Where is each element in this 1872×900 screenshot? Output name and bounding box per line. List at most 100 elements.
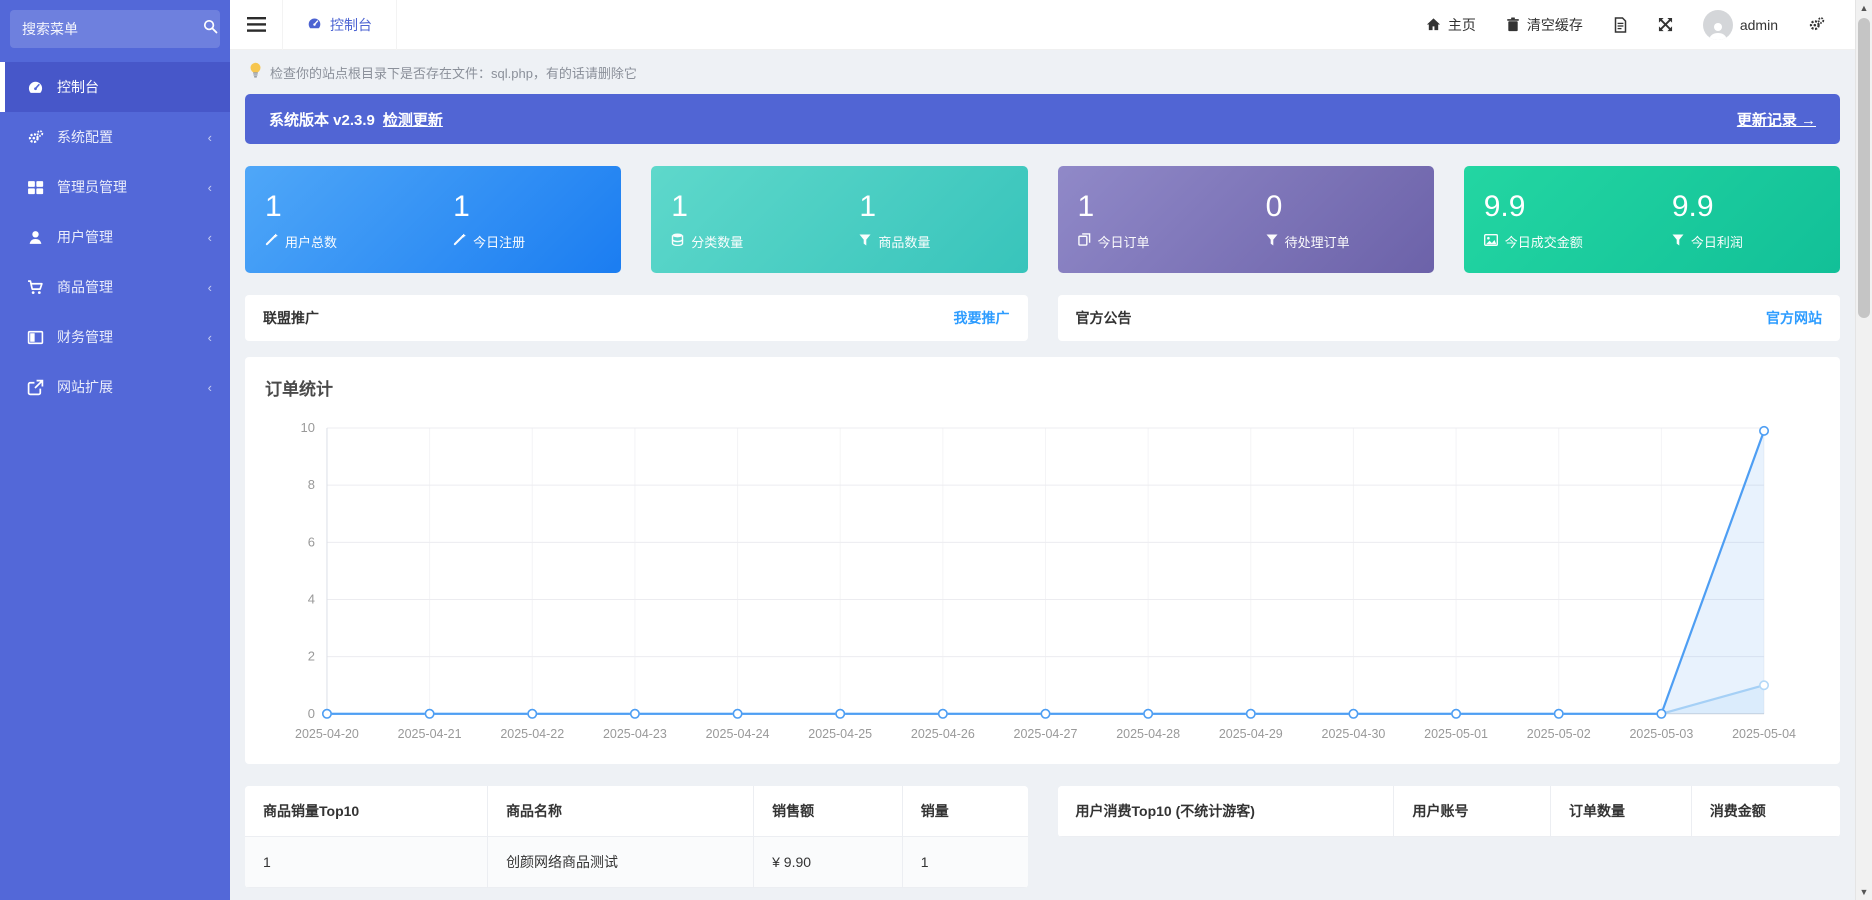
fullscreen-button[interactable] bbox=[1646, 0, 1685, 50]
column-header: 销量 bbox=[902, 786, 1027, 837]
navbar-actions: 主页 清空缓存 bbox=[1414, 0, 1855, 50]
svg-text:6: 6 bbox=[308, 534, 315, 549]
magic-icon bbox=[453, 233, 466, 249]
table-row: 1创颜网络商品测试¥ 9.901 bbox=[245, 836, 1028, 887]
home-button[interactable]: 主页 bbox=[1414, 0, 1488, 50]
clear-cache-button[interactable]: 清空缓存 bbox=[1494, 0, 1595, 50]
scrollbar-thumb[interactable] bbox=[1858, 18, 1870, 318]
version-text: 系统版本 v2.3.9 bbox=[269, 109, 375, 130]
dashboard-icon bbox=[27, 79, 44, 96]
stat-value: 1 bbox=[453, 191, 621, 223]
sidebar-item-label: 管理员管理 bbox=[57, 177, 208, 197]
lightbulb-icon bbox=[249, 62, 262, 82]
notice-bar: 检查你的站点根目录下是否存在文件：sql.php，有的话请删除它 bbox=[245, 50, 1840, 94]
column-header: 用户消费Top10 (不统计游客) bbox=[1058, 786, 1394, 837]
svg-text:4: 4 bbox=[308, 591, 315, 606]
stat-label-text: 今日利润 bbox=[1691, 232, 1743, 251]
notice-text: 检查你的站点根目录下是否存在文件：sql.php，有的话请删除它 bbox=[270, 63, 637, 82]
scroll-down-arrow[interactable]: ▼ bbox=[1856, 884, 1872, 900]
svg-text:2025-04-28: 2025-04-28 bbox=[1116, 727, 1180, 741]
database-icon bbox=[671, 233, 684, 249]
vertical-scrollbar[interactable]: ▲ ▼ bbox=[1855, 0, 1872, 900]
user-menu[interactable]: admin bbox=[1691, 0, 1790, 50]
sidebar: 控制台 系统配置 ‹ 管理员管理 ‹ 用户管理 bbox=[0, 0, 230, 900]
sidebar-item-site-extensions[interactable]: 网站扩展 ‹ bbox=[0, 362, 230, 412]
trash-icon bbox=[1506, 17, 1520, 32]
panel-title: 官方公告 bbox=[1076, 308, 1132, 328]
stat-value: 1 bbox=[859, 191, 1027, 223]
stat-value: 1 bbox=[265, 191, 433, 223]
stat-label-text: 今日成交金额 bbox=[1505, 232, 1583, 251]
table-cell: ¥ 9.90 bbox=[754, 836, 903, 887]
chevron-left-icon: ‹ bbox=[208, 230, 212, 245]
announcement-panel: 官方公告 官方网站 bbox=[1058, 295, 1841, 341]
tab-dashboard[interactable]: 控制台 bbox=[282, 0, 397, 50]
fullscreen-icon bbox=[1658, 17, 1673, 32]
stat-label-text: 今日注册 bbox=[473, 232, 525, 251]
avatar bbox=[1703, 10, 1733, 40]
sidebar-item-admin-management[interactable]: 管理员管理 ‹ bbox=[0, 162, 230, 212]
table-header-row: 商品销量Top10 商品名称 销售额 销量 bbox=[245, 786, 1028, 837]
column-header: 商品销量Top10 bbox=[245, 786, 488, 837]
stat-cards-row: 1 用户总数 1 今日注册 1 分类数量 1 商品数量 bbox=[245, 166, 1840, 273]
scroll-up-arrow[interactable]: ▲ bbox=[1856, 0, 1872, 16]
stat-card-users: 1 用户总数 1 今日注册 bbox=[245, 166, 621, 273]
chevron-left-icon: ‹ bbox=[208, 280, 212, 295]
column-header: 销售额 bbox=[754, 786, 903, 837]
stat-value: 1 bbox=[671, 191, 839, 223]
sidebar-menu: 控制台 系统配置 ‹ 管理员管理 ‹ 用户管理 bbox=[0, 62, 230, 412]
table-cell: 创颜网络商品测试 bbox=[488, 836, 754, 887]
official-site-link[interactable]: 官方网站 bbox=[1766, 308, 1822, 328]
top-navbar: 控制台 主页 清空缓存 bbox=[230, 0, 1855, 50]
filter-icon bbox=[1672, 234, 1684, 249]
svg-text:2025-04-20: 2025-04-20 bbox=[295, 727, 359, 741]
search-icon[interactable] bbox=[203, 19, 218, 39]
home-icon bbox=[1426, 17, 1441, 32]
tab-label: 控制台 bbox=[330, 15, 372, 35]
sidebar-item-dashboard[interactable]: 控制台 bbox=[0, 62, 230, 112]
affiliate-panel: 联盟推广 我要推广 bbox=[245, 295, 1028, 341]
sidebar-item-system-config[interactable]: 系统配置 ‹ bbox=[0, 112, 230, 162]
log-button[interactable] bbox=[1601, 0, 1640, 50]
order-stats-card: 订单统计 02468102025-04-202025-04-212025-04-… bbox=[245, 357, 1840, 764]
column-header: 商品名称 bbox=[488, 786, 754, 837]
stat-card-revenue: 9.9 今日成交金额 9.9 今日利润 bbox=[1464, 166, 1840, 273]
hamburger-menu-icon[interactable] bbox=[230, 0, 282, 50]
check-update-link[interactable]: 检测更新 bbox=[383, 109, 443, 130]
table-cell: 1 bbox=[902, 836, 1027, 887]
changelog-link[interactable]: 更新记录 → bbox=[1737, 109, 1816, 130]
svg-text:2025-04-27: 2025-04-27 bbox=[1014, 727, 1078, 741]
stat-label-text: 今日订单 bbox=[1098, 232, 1150, 251]
menu-search-input[interactable] bbox=[22, 21, 203, 37]
page-content: 检查你的站点根目录下是否存在文件：sql.php，有的话请删除它 系统版本 v2… bbox=[230, 50, 1855, 900]
svg-text:2025-05-02: 2025-05-02 bbox=[1527, 727, 1591, 741]
stat-card-orders: 1 今日订单 0 待处理订单 bbox=[1058, 166, 1434, 273]
stat-value: 9.9 bbox=[1672, 191, 1840, 223]
svg-text:0: 0 bbox=[308, 706, 315, 721]
column-header: 用户账号 bbox=[1394, 786, 1551, 837]
promote-link[interactable]: 我要推广 bbox=[954, 308, 1010, 328]
panel-title: 联盟推广 bbox=[263, 308, 319, 328]
chevron-left-icon: ‹ bbox=[208, 130, 212, 145]
version-banner: 系统版本 v2.3.9 检测更新 更新记录 → bbox=[245, 94, 1840, 144]
svg-text:2025-04-21: 2025-04-21 bbox=[398, 727, 462, 741]
sidebar-item-product-management[interactable]: 商品管理 ‹ bbox=[0, 262, 230, 312]
dashboard-icon bbox=[307, 16, 322, 34]
sidebar-item-finance-management[interactable]: 财务管理 ‹ bbox=[0, 312, 230, 362]
svg-text:10: 10 bbox=[301, 420, 315, 435]
document-log-icon bbox=[1613, 17, 1628, 33]
product-sales-table: 商品销量Top10 商品名称 销售额 销量 1创颜网络商品测试¥ 9.901 bbox=[245, 786, 1028, 888]
sidebar-item-user-management[interactable]: 用户管理 ‹ bbox=[0, 212, 230, 262]
chevron-left-icon: ‹ bbox=[208, 380, 212, 395]
order-stats-chart: 02468102025-04-202025-04-212025-04-22202… bbox=[265, 414, 1820, 754]
main-area: 控制台 主页 清空缓存 bbox=[230, 0, 1855, 900]
copy-icon bbox=[1078, 233, 1091, 249]
svg-text:2025-05-01: 2025-05-01 bbox=[1424, 727, 1488, 741]
cart-icon bbox=[27, 279, 44, 296]
username-label: admin bbox=[1740, 17, 1778, 33]
svg-text:2025-04-24: 2025-04-24 bbox=[706, 727, 770, 741]
clear-cache-label: 清空缓存 bbox=[1527, 15, 1583, 35]
sidebar-item-label: 网站扩展 bbox=[57, 377, 208, 397]
user-icon bbox=[27, 229, 44, 246]
settings-button[interactable] bbox=[1796, 0, 1837, 50]
